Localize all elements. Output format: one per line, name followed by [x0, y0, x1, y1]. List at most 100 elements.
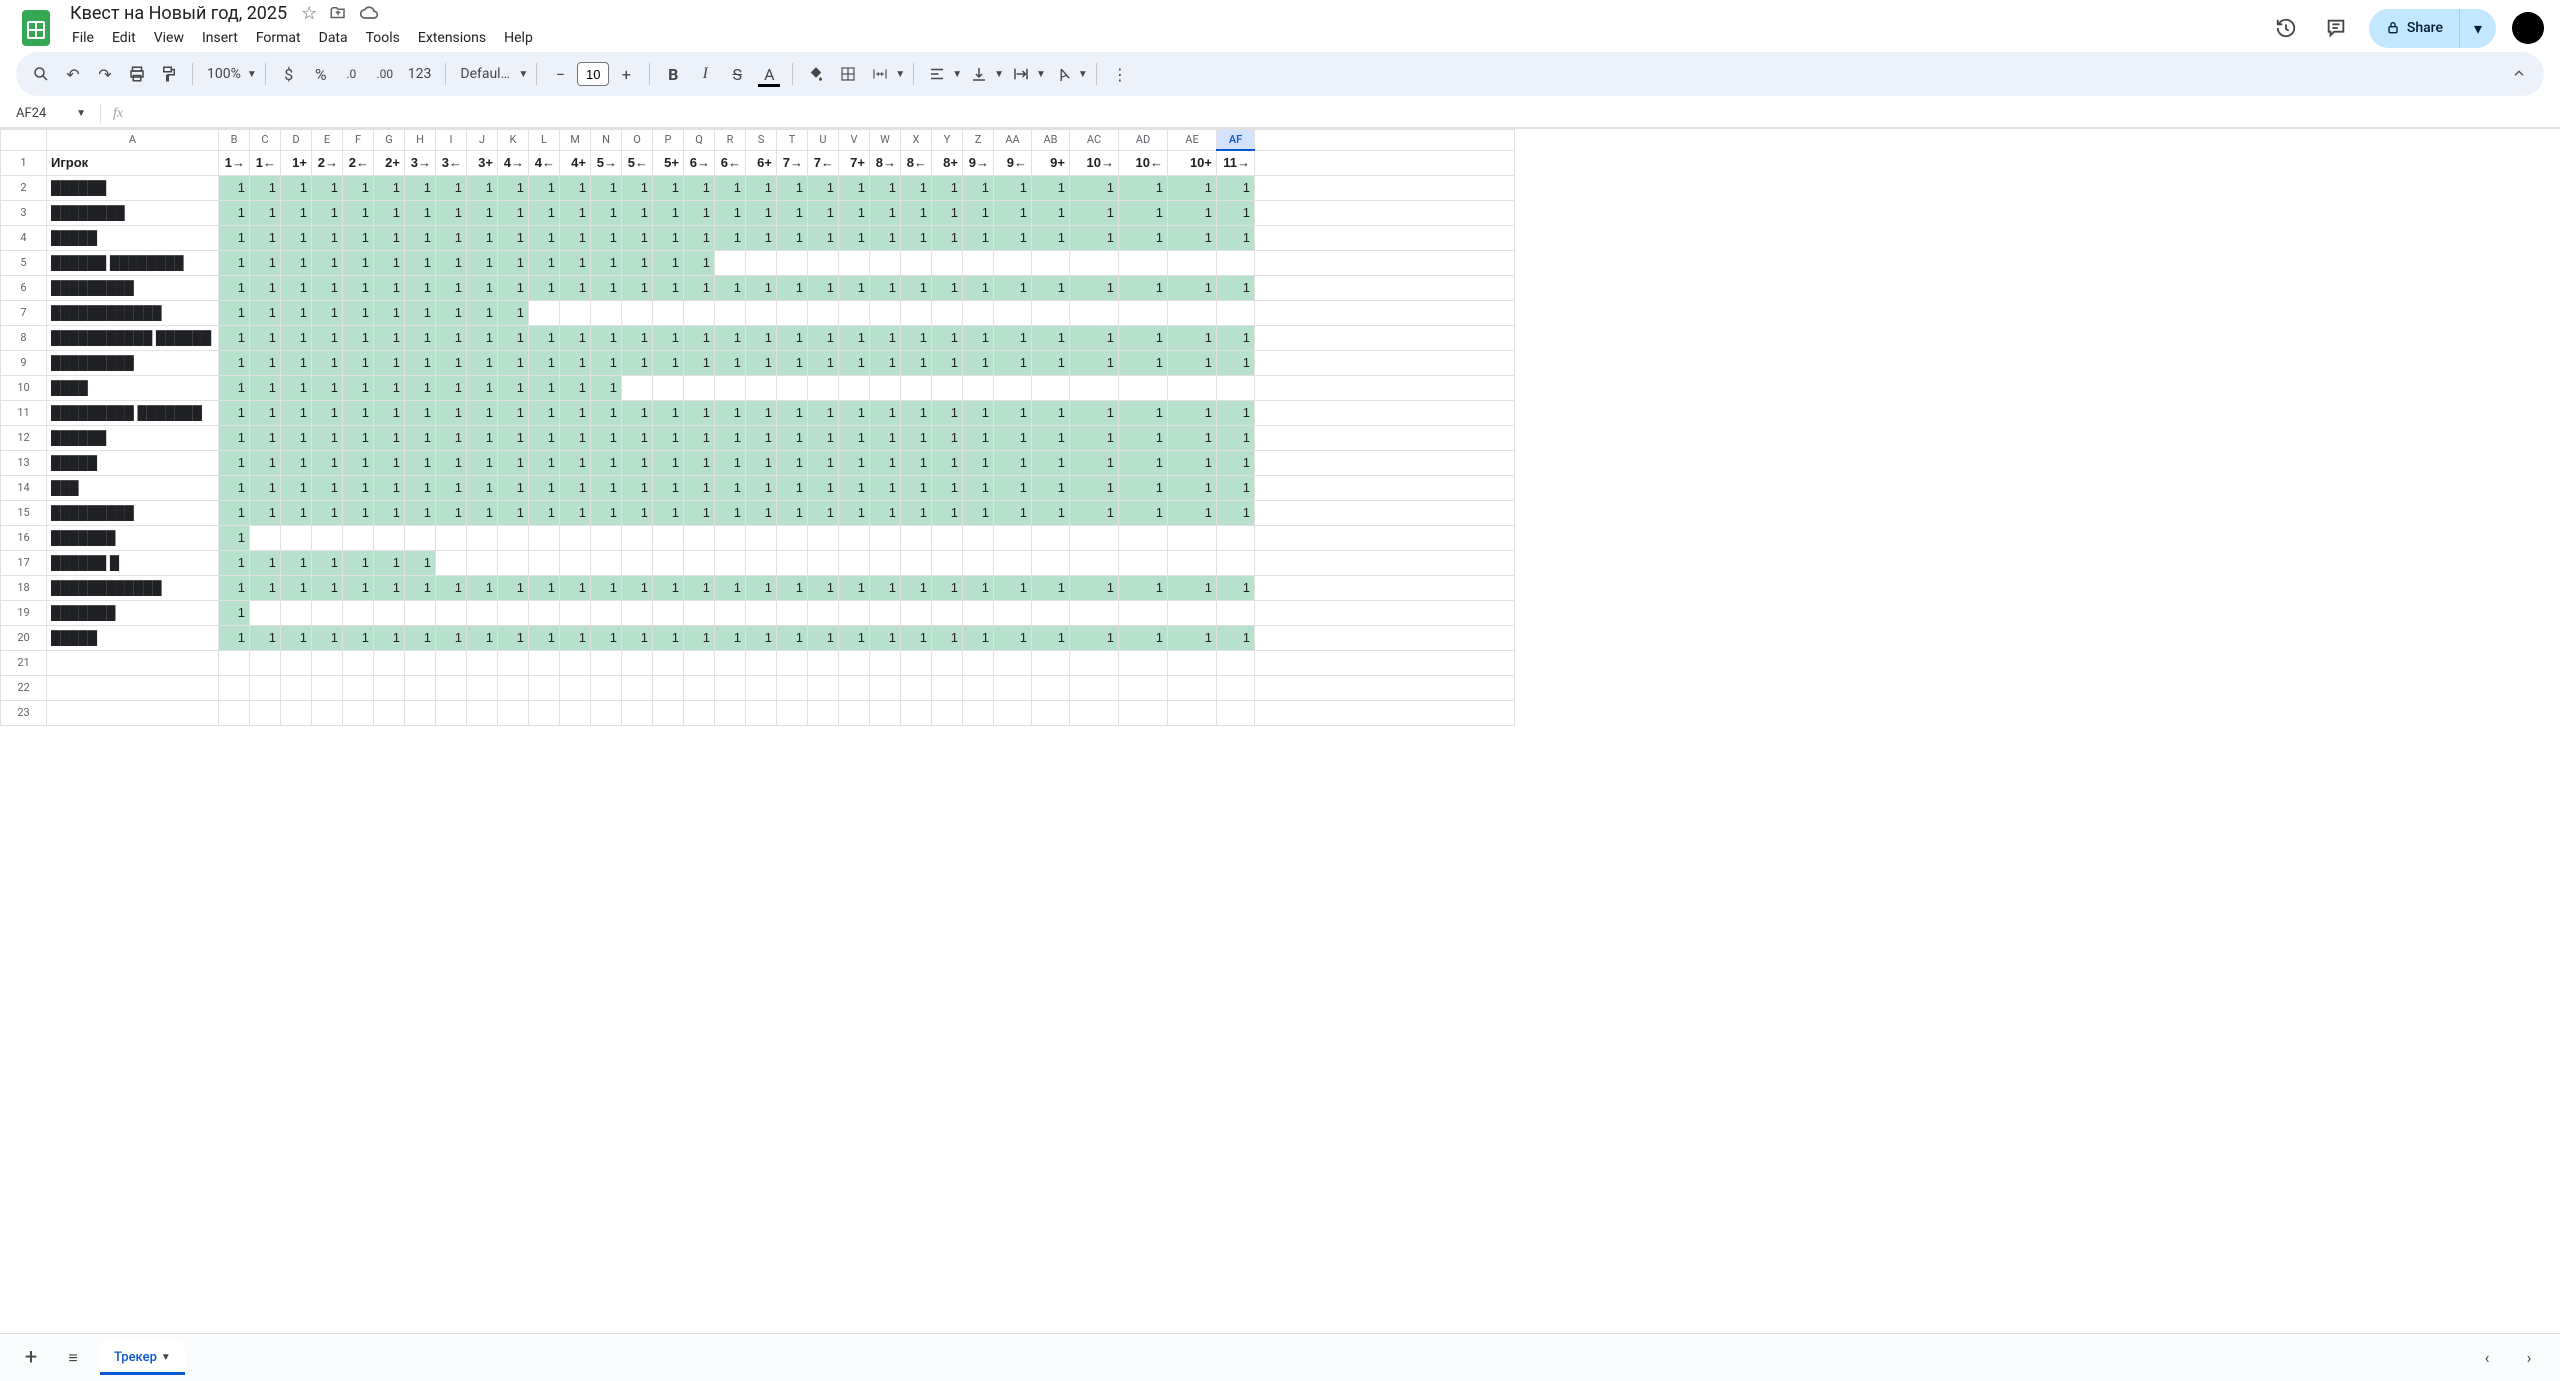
cell[interactable]: 1 — [374, 175, 405, 200]
comments-icon[interactable] — [2319, 11, 2353, 45]
cell[interactable]: 1 — [467, 375, 498, 400]
cell[interactable] — [622, 550, 653, 575]
cell[interactable]: 1 — [436, 250, 467, 275]
cell[interactable]: 1 — [405, 175, 436, 200]
cell[interactable] — [560, 550, 591, 575]
cell[interactable]: 1 — [839, 575, 870, 600]
cell[interactable] — [1217, 375, 1255, 400]
cell[interactable]: 1 — [746, 400, 777, 425]
cell[interactable] — [436, 675, 467, 700]
cell[interactable]: 1 — [374, 550, 405, 575]
menu-insert[interactable]: Insert — [194, 26, 246, 50]
cell[interactable]: ██████ █ — [47, 550, 219, 575]
cell[interactable] — [994, 675, 1032, 700]
cell[interactable]: 1 — [467, 625, 498, 650]
cell[interactable] — [932, 550, 963, 575]
col-header[interactable]: X — [901, 130, 932, 151]
cell[interactable]: 1 — [1119, 275, 1168, 300]
cell[interactable] — [1119, 550, 1168, 575]
col-header[interactable]: AF — [1217, 130, 1255, 151]
cell[interactable]: 1 — [715, 400, 746, 425]
cell[interactable]: 1 — [1168, 175, 1217, 200]
cell[interactable]: 1 — [436, 200, 467, 225]
cell[interactable]: 1 — [622, 500, 653, 525]
cell[interactable] — [839, 650, 870, 675]
cell[interactable]: 1 — [374, 250, 405, 275]
cell[interactable] — [715, 250, 746, 275]
cell[interactable]: 1 — [560, 450, 591, 475]
cell[interactable]: 1 — [746, 275, 777, 300]
cell[interactable] — [808, 550, 839, 575]
cell[interactable]: 1 — [653, 400, 684, 425]
cell[interactable]: 1 — [777, 200, 808, 225]
cell[interactable]: 1 — [405, 250, 436, 275]
cell[interactable]: 1 — [932, 400, 963, 425]
cell[interactable]: 10← — [1119, 150, 1168, 175]
cell[interactable]: 1 — [343, 250, 374, 275]
cell[interactable]: 1 — [746, 225, 777, 250]
cell[interactable]: 1 — [870, 575, 901, 600]
cell[interactable]: 1 — [250, 350, 281, 375]
cell[interactable]: 1 — [343, 475, 374, 500]
cell[interactable]: 1 — [901, 425, 932, 450]
cell[interactable] — [901, 375, 932, 400]
valign-icon[interactable] — [964, 59, 994, 89]
cell[interactable]: 1 — [343, 350, 374, 375]
cell[interactable] — [777, 250, 808, 275]
cell[interactable]: 1 — [467, 575, 498, 600]
cell[interactable] — [529, 550, 560, 575]
cell[interactable]: 1 — [467, 300, 498, 325]
cell[interactable]: 1 — [715, 175, 746, 200]
cell[interactable] — [1217, 675, 1255, 700]
cell[interactable] — [901, 600, 932, 625]
cell[interactable] — [343, 600, 374, 625]
row-header[interactable]: 21 — [1, 650, 47, 675]
cell[interactable] — [994, 700, 1032, 725]
cell[interactable]: 1 — [281, 375, 312, 400]
cell[interactable] — [312, 650, 343, 675]
more-formats[interactable]: 123 — [402, 66, 438, 82]
cell[interactable]: 1 — [1070, 225, 1119, 250]
cell[interactable]: 1 — [312, 500, 343, 525]
cell[interactable] — [870, 525, 901, 550]
cell[interactable]: 1 — [591, 625, 622, 650]
cell[interactable] — [622, 650, 653, 675]
cell[interactable]: 1 — [746, 575, 777, 600]
cell[interactable]: 1 — [653, 275, 684, 300]
cell[interactable]: 1 — [901, 275, 932, 300]
row-header[interactable]: 14 — [1, 475, 47, 500]
cell[interactable]: 1 — [560, 175, 591, 200]
cell[interactable]: 1 — [374, 275, 405, 300]
cell[interactable]: 1 — [405, 625, 436, 650]
cell[interactable]: 1 — [684, 400, 715, 425]
cell[interactable]: 1 — [250, 625, 281, 650]
cell[interactable]: 1 — [219, 300, 250, 325]
cell[interactable]: 1 — [839, 450, 870, 475]
cell[interactable]: 1 — [591, 275, 622, 300]
cell[interactable] — [560, 600, 591, 625]
cell[interactable]: 1 — [1217, 325, 1255, 350]
cell[interactable]: 1 — [684, 625, 715, 650]
cell[interactable]: 1 — [777, 575, 808, 600]
cell[interactable]: 1 — [1032, 175, 1070, 200]
font-select[interactable]: Defaul… — [454, 66, 518, 82]
cell[interactable]: 1 — [498, 500, 529, 525]
cell[interactable]: 1 — [498, 225, 529, 250]
cell[interactable] — [560, 675, 591, 700]
chevron-down-icon[interactable]: ▼ — [895, 69, 905, 80]
cell[interactable]: 1 — [870, 500, 901, 525]
cell[interactable] — [47, 650, 219, 675]
cell[interactable] — [1119, 250, 1168, 275]
cell[interactable]: 1 — [994, 325, 1032, 350]
cell[interactable] — [932, 650, 963, 675]
cell[interactable]: 1 — [963, 625, 994, 650]
cell[interactable]: █████ — [47, 625, 219, 650]
cell[interactable]: 1 — [901, 325, 932, 350]
cell[interactable]: 1 — [467, 275, 498, 300]
cell[interactable]: 1 — [870, 200, 901, 225]
cell[interactable]: 1 — [591, 575, 622, 600]
cell[interactable]: 1 — [963, 400, 994, 425]
cell[interactable]: 1 — [529, 575, 560, 600]
cell[interactable]: 1 — [808, 350, 839, 375]
cell[interactable]: 1 — [529, 275, 560, 300]
